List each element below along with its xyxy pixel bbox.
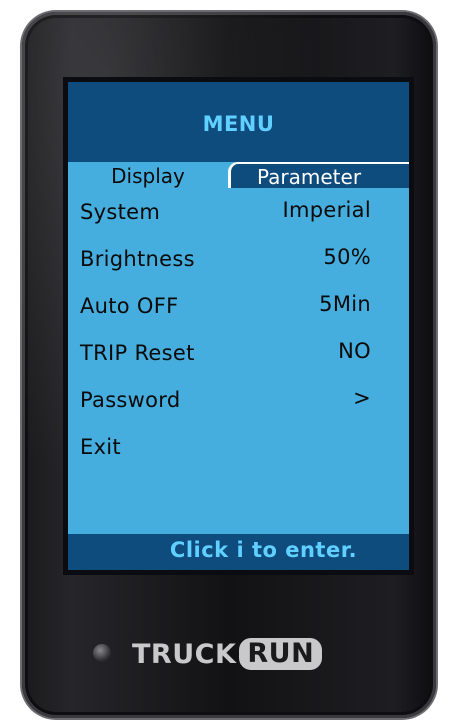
menu-item-exit[interactable]: Exit [68, 425, 409, 472]
tab-parameter[interactable]: Parameter [228, 162, 409, 188]
menu-item-password[interactable]: Password > [68, 378, 409, 425]
brand-logo: TRUCK RUN [132, 634, 323, 674]
menu-item-label: Auto OFF [80, 294, 179, 318]
menu-list: System Imperial Brightness 50% Auto OFF … [68, 190, 409, 472]
chevron-right-icon: > [353, 386, 371, 410]
menu-header: MENU [68, 82, 409, 162]
menu-item-label: Password [80, 388, 181, 412]
menu-title: MENU [202, 112, 275, 136]
light-sensor-icon [93, 644, 111, 662]
menu-item-value: Imperial [282, 198, 371, 222]
tab-bar: Display Parameter [68, 162, 409, 190]
footer-hint-bar: Click i to enter. [68, 534, 409, 570]
brand-logo-run: RUN [239, 638, 323, 670]
menu-item-value: NO [338, 339, 371, 363]
menu-item-trip-reset[interactable]: TRIP Reset NO [68, 331, 409, 378]
menu-item-label: TRIP Reset [80, 341, 195, 365]
tab-display[interactable]: Display [68, 162, 228, 190]
menu-item-system[interactable]: System Imperial [68, 190, 409, 237]
menu-item-auto-off[interactable]: Auto OFF 5Min [68, 284, 409, 331]
menu-item-value: 5Min [319, 292, 371, 316]
lcd-screen: MENU Display Parameter System Imperial B… [68, 82, 409, 570]
footer-hint: Click i to enter. [169, 538, 358, 562]
menu-item-label: System [80, 200, 161, 224]
menu-item-value: 50% [323, 245, 371, 269]
menu-item-label: Brightness [80, 247, 195, 271]
menu-item-brightness[interactable]: Brightness 50% [68, 237, 409, 284]
brand-logo-truck: TRUCK [132, 638, 237, 670]
menu-item-label: Exit [80, 435, 121, 459]
